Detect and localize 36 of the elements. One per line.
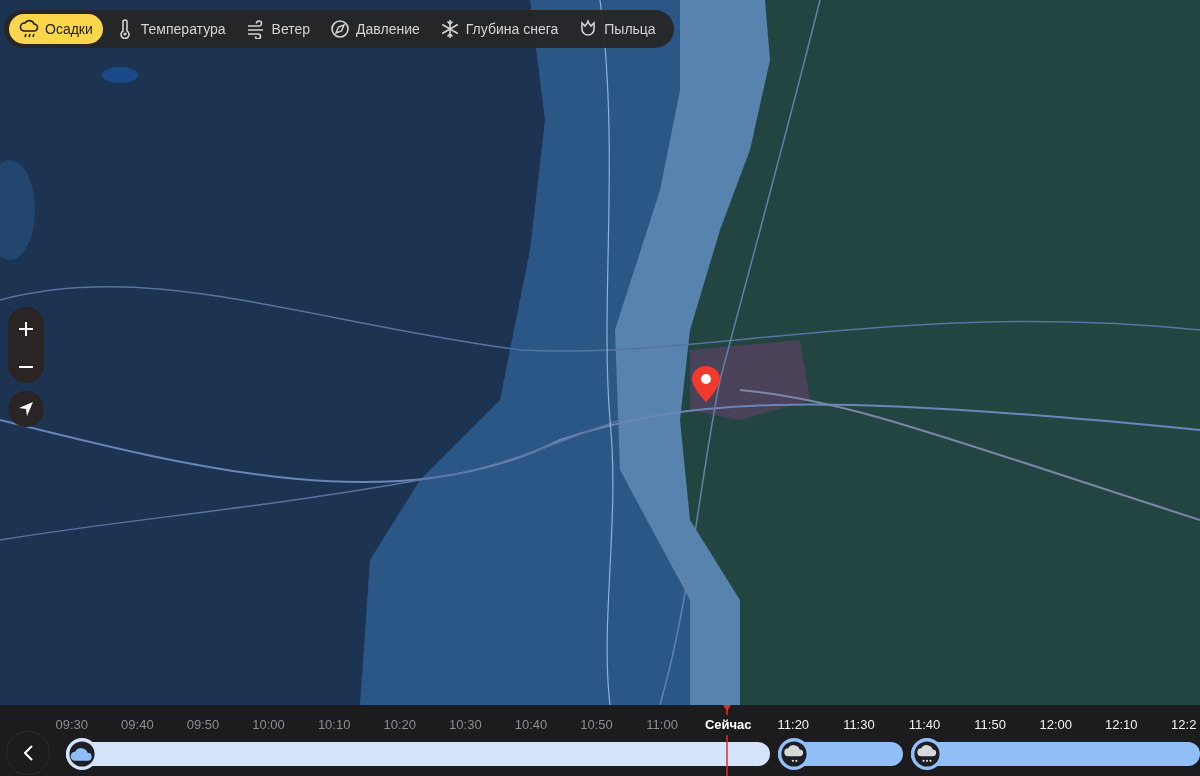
time-label[interactable]: 12:2: [1154, 715, 1199, 735]
time-label[interactable]: 10:50: [563, 715, 630, 735]
location-pin-icon[interactable]: [692, 366, 720, 402]
navigation-arrow-icon: [18, 401, 34, 417]
time-label[interactable]: 10:30: [432, 715, 499, 735]
time-label[interactable]: 11:00: [629, 715, 695, 735]
time-label[interactable]: 11:40: [891, 715, 958, 735]
zoom-in-icon[interactable]: [19, 322, 33, 336]
cloud-rain-icon: [19, 19, 39, 39]
time-label[interactable]: 12:00: [1022, 715, 1089, 735]
cloud-rain-icon: [911, 738, 943, 770]
layer-tab[interactable]: Давление: [322, 14, 428, 44]
time-label[interactable]: 10:20: [366, 715, 433, 735]
time-label[interactable]: 09:50: [170, 715, 236, 735]
time-label[interactable]: 11:50: [957, 715, 1023, 735]
time-label[interactable]: 10:00: [235, 715, 302, 735]
layer-tab[interactable]: Глубина снега: [431, 14, 567, 44]
layer-tab[interactable]: Температура: [106, 14, 234, 44]
compass-icon: [330, 19, 351, 39]
time-label[interactable]: 10:40: [498, 715, 564, 735]
time-label[interactable]: 09:40: [104, 715, 171, 735]
time-label[interactable]: Сейчас: [704, 715, 751, 735]
layer-tab[interactable]: Ветер: [237, 14, 319, 44]
layer-tab[interactable]: Пыльца: [570, 14, 664, 44]
back-button[interactable]: [6, 731, 50, 775]
time-label[interactable]: 12:10: [1088, 715, 1155, 735]
chevron-left-icon: [23, 745, 33, 761]
time-label[interactable]: 09:30: [39, 715, 105, 735]
time-label[interactable]: 10:10: [301, 715, 367, 735]
time-label[interactable]: 11:30: [826, 715, 892, 735]
wind-icon: [245, 19, 266, 39]
snowflake-icon: [439, 19, 460, 39]
layer-tab[interactable]: Осадки: [9, 14, 103, 44]
cloud-rain-icon: [778, 738, 810, 770]
cloud-icon: [66, 738, 98, 770]
time-label[interactable]: 11:20: [760, 715, 827, 735]
